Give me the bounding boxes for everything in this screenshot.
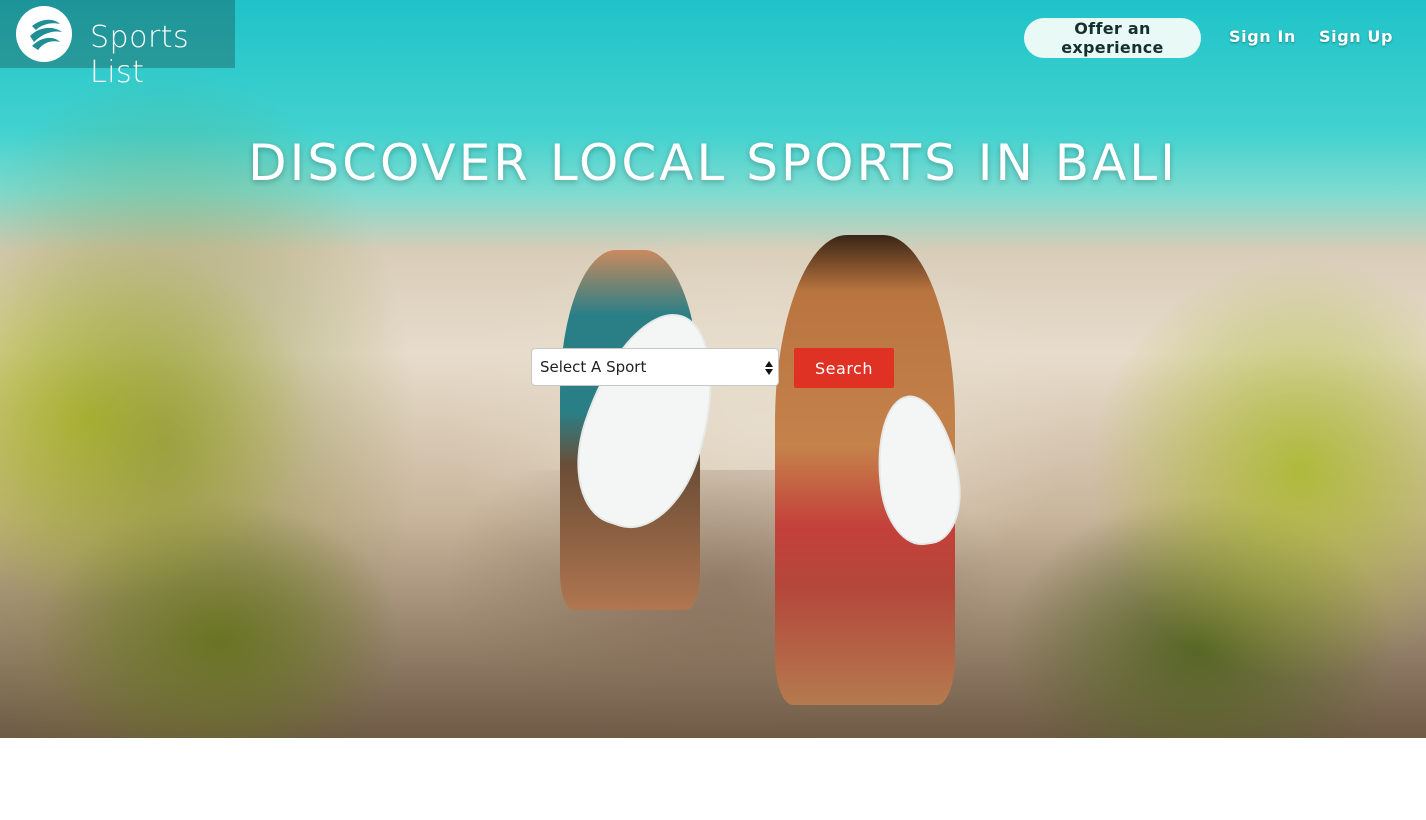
content-area xyxy=(0,738,1426,820)
sport-select[interactable]: Select A Sport xyxy=(531,348,779,386)
wave-logo-icon xyxy=(16,6,72,62)
sign-in-link[interactable]: Sign In xyxy=(1229,27,1296,46)
brand-name: Sports List xyxy=(90,20,190,90)
sign-up-link[interactable]: Sign Up xyxy=(1319,27,1393,46)
search-button[interactable]: Search xyxy=(794,348,894,388)
hero-headline: DISCOVER LOCAL SPORTS IN BALI xyxy=(248,134,1178,192)
brand-home-link[interactable]: Sports List xyxy=(0,0,235,90)
sport-select-value: Select A Sport xyxy=(540,358,647,376)
select-arrows-icon xyxy=(764,358,774,378)
offer-experience-button[interactable]: Offer an experience xyxy=(1024,18,1201,58)
top-navbar: Sports List Offer an experience Sign In … xyxy=(0,0,1426,90)
